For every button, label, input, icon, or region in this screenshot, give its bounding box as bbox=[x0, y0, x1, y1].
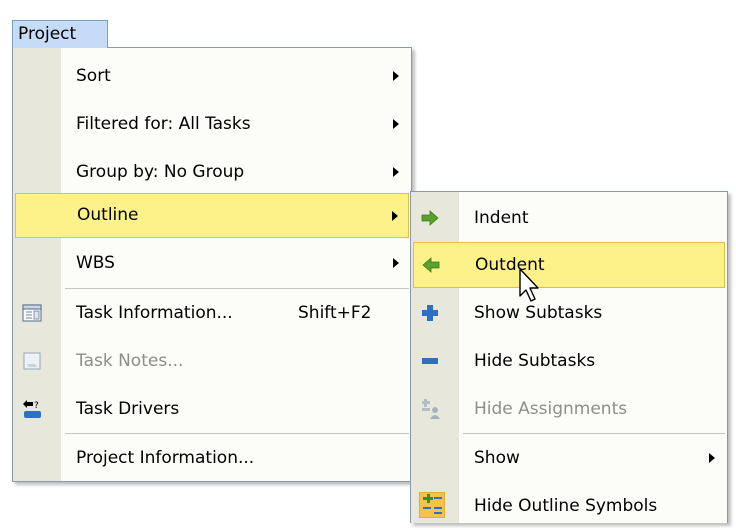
menu-item-task-drivers-label: Task Drivers bbox=[76, 399, 180, 419]
task-notes-icon bbox=[21, 350, 43, 372]
menu-item-filtered-for[interactable]: Filtered for: All Tasks bbox=[13, 100, 411, 148]
menu-item-hide-subtasks-label: Hide Subtasks bbox=[474, 351, 596, 371]
mouse-pointer-icon bbox=[519, 268, 539, 302]
submenu-arrow-icon bbox=[393, 258, 399, 268]
menu-project-label: Project bbox=[18, 24, 77, 44]
menu-item-wbs-label: WBS bbox=[76, 253, 115, 273]
menu-project[interactable]: Project bbox=[12, 20, 108, 48]
task-information-icon bbox=[21, 302, 43, 324]
menu-item-outline-label: Outline bbox=[77, 205, 139, 225]
svg-text:?: ? bbox=[34, 401, 39, 411]
menu-item-sort[interactable]: Sort bbox=[13, 52, 411, 100]
menu-item-hide-assignments-label: Hide Assignments bbox=[474, 399, 628, 419]
submenu-arrow-icon bbox=[393, 167, 399, 177]
menu-item-group-by-label: Group by: No Group bbox=[76, 162, 245, 182]
menu-item-outline[interactable]: Outline bbox=[15, 193, 409, 238]
menu-item-task-notes[interactable]: Task Notes... bbox=[13, 337, 411, 385]
outline-submenu: Indent Outdent Show Subtasks Hide Subtas… bbox=[410, 191, 728, 523]
menu-item-show-label: Show bbox=[474, 448, 520, 468]
minus-icon bbox=[419, 350, 441, 372]
menu-item-group-by[interactable]: Group by: No Group bbox=[13, 148, 411, 196]
menu-item-task-information[interactable]: Task Information... Shift+F2 bbox=[13, 289, 411, 337]
menu-item-wbs[interactable]: WBS bbox=[13, 239, 411, 287]
menu-item-task-drivers[interactable]: ? Task Drivers bbox=[13, 385, 411, 433]
menu-item-filtered-for-label: Filtered for: All Tasks bbox=[76, 114, 251, 134]
shortcut-label: Shift+F2 bbox=[298, 303, 372, 323]
indent-arrow-icon bbox=[419, 207, 441, 229]
submenu-arrow-icon bbox=[392, 211, 398, 221]
project-menu: Sort Filtered for: All Tasks Group by: N… bbox=[12, 47, 412, 482]
menu-item-task-information-label: Task Information... bbox=[76, 303, 233, 323]
menu-item-hide-subtasks[interactable]: Hide Subtasks bbox=[411, 337, 727, 385]
task-drivers-icon: ? bbox=[21, 398, 43, 420]
submenu-arrow-icon bbox=[709, 453, 715, 463]
submenu-arrow-icon bbox=[393, 71, 399, 81]
plus-icon bbox=[419, 302, 441, 324]
menu-item-sort-label: Sort bbox=[76, 66, 111, 86]
menu-item-project-information[interactable]: Project Information... bbox=[13, 434, 411, 482]
menu-item-indent[interactable]: Indent bbox=[411, 194, 727, 242]
menu-item-indent-label: Indent bbox=[474, 208, 529, 228]
menu-item-show[interactable]: Show bbox=[411, 434, 727, 482]
menu-item-project-information-label: Project Information... bbox=[76, 448, 255, 468]
menu-item-hide-assignments[interactable]: Hide Assignments bbox=[411, 385, 727, 433]
outdent-arrow-icon bbox=[420, 254, 442, 276]
hide-assignments-icon bbox=[419, 398, 441, 420]
menu-item-show-subtasks[interactable]: Show Subtasks bbox=[411, 289, 727, 337]
menu-item-task-notes-label: Task Notes... bbox=[76, 351, 184, 371]
menu-item-outdent[interactable]: Outdent bbox=[413, 242, 725, 288]
submenu-arrow-icon bbox=[393, 119, 399, 129]
outline-symbols-icon bbox=[418, 491, 446, 519]
